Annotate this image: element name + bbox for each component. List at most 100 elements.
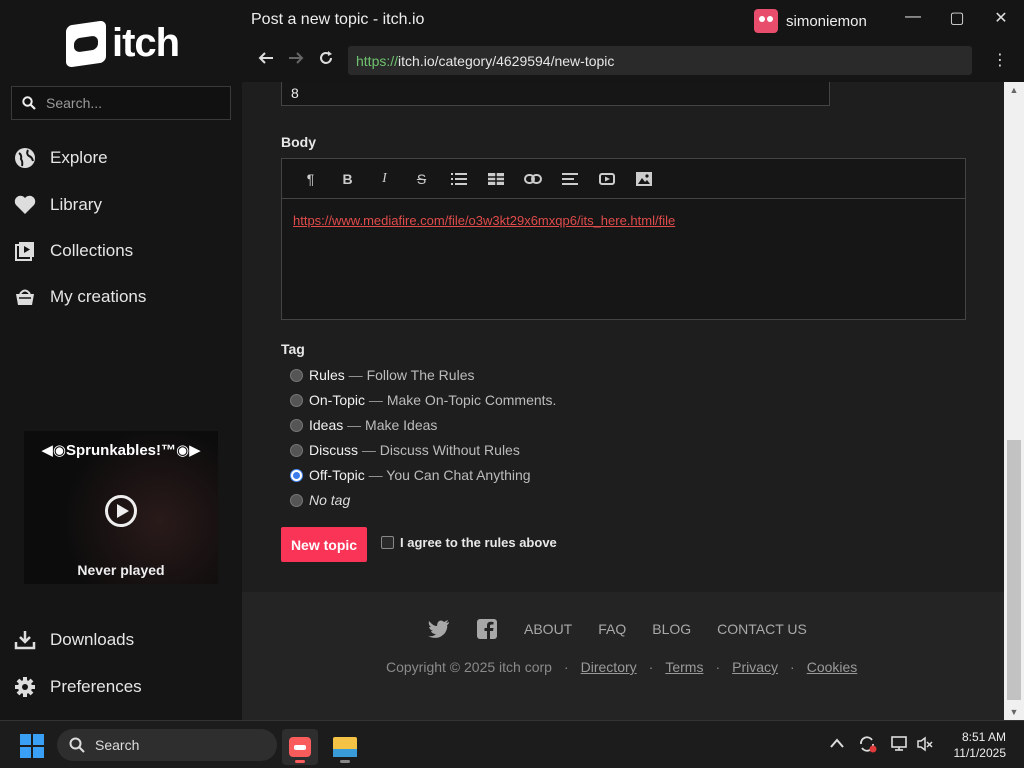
link-icon[interactable] <box>514 164 551 194</box>
bold-icon[interactable]: B <box>329 164 366 194</box>
arrow-right-icon <box>289 52 304 64</box>
footer-link-terms[interactable]: Terms <box>665 659 703 675</box>
volume-muted-icon[interactable] <box>916 735 934 756</box>
chevron-up-icon[interactable] <box>830 735 844 751</box>
sidebar-item-preferences[interactable]: Preferences <box>14 676 142 698</box>
sidebar-item-label: Explore <box>50 148 108 167</box>
scroll-up-icon[interactable]: ▲ <box>1004 82 1024 98</box>
twitter-icon[interactable] <box>428 618 450 640</box>
arrow-left-icon <box>258 52 273 64</box>
taskbar-search[interactable]: Search <box>57 729 277 761</box>
play-icon[interactable] <box>105 495 137 527</box>
footer-link-directory[interactable]: Directory <box>581 659 637 675</box>
separator: · <box>715 659 721 675</box>
sync-icon[interactable] <box>858 735 878 756</box>
separator: · <box>563 659 569 675</box>
search-input[interactable] <box>46 95 216 111</box>
taskbar-itch-app[interactable] <box>282 729 318 765</box>
sidebar-item-explore[interactable]: Explore <box>14 147 108 169</box>
radio-button-selected[interactable] <box>290 468 303 482</box>
close-button[interactable]: ✕ <box>986 8 1016 32</box>
editor-body[interactable]: https://www.mediafire.com/file/o3w3kt29x… <box>282 199 965 242</box>
footer-link-about[interactable]: ABOUT <box>524 621 572 637</box>
more-menu-icon[interactable]: ⋮ <box>992 50 1008 70</box>
avatar <box>754 9 778 33</box>
window-title: Post a new topic - itch.io <box>251 11 425 28</box>
url-scheme: https:// <box>356 52 399 69</box>
scroll-down-icon[interactable]: ▼ <box>1004 704 1024 720</box>
footer-link-blog[interactable]: BLOG <box>652 621 691 637</box>
radio-button[interactable] <box>290 393 303 407</box>
italic-icon[interactable]: I <box>366 164 403 194</box>
radio-button[interactable] <box>290 368 303 382</box>
footer-link-cookies[interactable]: Cookies <box>807 659 858 675</box>
gear-icon <box>14 676 36 698</box>
sidebar-item-label: Library <box>50 195 102 214</box>
collections-icon <box>14 240 36 262</box>
search-icon <box>22 96 36 110</box>
new-topic-button[interactable]: New topic <box>281 527 367 562</box>
tag-option-no-tag[interactable]: No tag <box>290 492 350 508</box>
editor-toolbar: ¶ B I S <box>282 159 965 199</box>
itch-logo[interactable]: itch <box>66 19 180 68</box>
facebook-icon[interactable] <box>476 618 498 640</box>
tag-option-ideas[interactable]: Ideas — Make Ideas <box>290 417 437 433</box>
reload-icon <box>320 51 332 64</box>
paragraph-icon[interactable]: ¶ <box>292 164 329 194</box>
vertical-scrollbar[interactable]: ▲ ▼ <box>1004 82 1024 720</box>
sidebar-item-downloads[interactable]: Downloads <box>14 629 134 651</box>
strikethrough-icon[interactable]: S <box>403 164 440 194</box>
radio-button[interactable] <box>290 418 303 432</box>
taskbar: Search 8:51 AM 11/1/2025 <box>0 720 1024 768</box>
maximize-button[interactable]: ▢ <box>942 8 972 32</box>
clock-date: 11/1/2025 <box>953 746 1007 760</box>
image-icon[interactable] <box>625 164 662 194</box>
sidebar-item-label: My creations <box>50 287 147 306</box>
agree-checkbox[interactable] <box>381 536 394 549</box>
reload-button[interactable] <box>315 50 337 72</box>
taskbar-file-explorer[interactable] <box>327 729 363 765</box>
tag-option-rules[interactable]: Rules — Follow The Rules <box>290 367 474 383</box>
separator: · <box>648 659 654 675</box>
open-indicator <box>340 760 350 763</box>
footer-copyright-row: Copyright © 2025 itch corp · Directory ·… <box>386 659 857 675</box>
sidebar-item-library[interactable]: Library <box>14 194 102 216</box>
sidebar-item-my-creations[interactable]: My creations <box>14 286 146 308</box>
footer-link-contact[interactable]: CONTACT US <box>717 621 807 637</box>
scroll-thumb[interactable] <box>1007 440 1021 700</box>
sidebar-item-collections[interactable]: Collections <box>14 240 133 262</box>
user-menu[interactable]: simoniemon <box>754 9 867 33</box>
sidebar-search[interactable] <box>11 86 231 120</box>
bullet-list-icon[interactable] <box>440 164 477 194</box>
heart-icon <box>14 194 36 216</box>
tag-option-off-topic[interactable]: Off-Topic — You Can Chat Anything <box>290 467 531 483</box>
game-status: Never played <box>77 562 165 578</box>
windows-start-icon[interactable] <box>20 734 44 758</box>
align-icon[interactable] <box>551 164 588 194</box>
system-clock[interactable]: 8:51 AM 11/1/2025 <box>942 729 1007 761</box>
footer-link-faq[interactable]: FAQ <box>598 621 626 637</box>
username: simoniemon <box>786 12 867 30</box>
url-path: itch.io/category/4629594/new-topic <box>398 52 615 69</box>
agree-checkbox-row[interactable]: I agree to the rules above <box>381 535 557 550</box>
radio-button[interactable] <box>290 493 303 507</box>
table-icon[interactable] <box>477 164 514 194</box>
body-link[interactable]: https://www.mediafire.com/file/o3w3kt29x… <box>293 213 675 228</box>
tag-option-discuss[interactable]: Discuss — Discuss Without Rules <box>290 442 520 458</box>
forward-button[interactable] <box>285 50 307 72</box>
basket-icon <box>14 286 36 308</box>
number-field[interactable]: 8 <box>281 82 830 106</box>
title-bar: Post a new topic - itch.io simoniemon — … <box>242 0 1024 40</box>
game-card[interactable]: ◀◉Sprunkables!™◉▶ Never played <box>24 431 218 584</box>
rich-text-editor: ¶ B I S https://www.mediafire.com/file/o… <box>281 158 966 320</box>
video-icon[interactable] <box>588 164 625 194</box>
footer-link-privacy[interactable]: Privacy <box>732 659 778 675</box>
url-field[interactable]: https://itch.io/category/4629594/new-top… <box>348 46 972 75</box>
taskbar-search-label: Search <box>95 737 140 753</box>
agree-label: I agree to the rules above <box>400 535 557 550</box>
back-button[interactable] <box>255 50 277 72</box>
radio-button[interactable] <box>290 443 303 457</box>
network-icon[interactable] <box>890 735 910 756</box>
minimize-button[interactable]: — <box>898 8 928 32</box>
tag-option-on-topic[interactable]: On-Topic — Make On-Topic Comments. <box>290 392 556 408</box>
